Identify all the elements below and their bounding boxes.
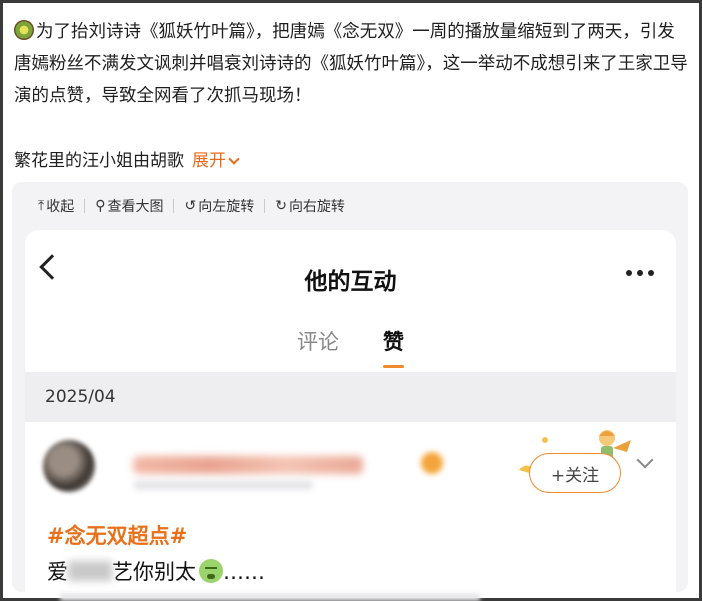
nauseated-face-emoji-icon (199, 559, 223, 583)
view-large-button[interactable]: ⚲ 查看大图 (95, 196, 163, 216)
date-header: 2025/04 (25, 372, 676, 422)
follow-button[interactable]: +关注 (529, 453, 621, 493)
post-body: 为了抬刘诗诗《狐妖竹叶篇》，把唐嫣《念无双》一周的播放量缩短到了两天，引发唐嫣粉… (14, 22, 688, 106)
rotate-right-label: 向右旋转 (288, 199, 345, 215)
rotate-left-icon: ↺ (184, 198, 197, 214)
image-toolbar: ⤒ 收起 ⚲ 查看大图 ↺ 向左旋转 ↻ 向右旋转 (12, 182, 688, 230)
more-options-icon[interactable] (626, 270, 654, 276)
blurred-username (133, 456, 363, 474)
post-author[interactable]: 繁花里的汪小姐由胡歌 (14, 151, 184, 171)
content-ellipsis: …… (223, 560, 265, 584)
blurred-characters (68, 561, 112, 581)
date-header-text: 2025/04 (45, 387, 116, 407)
blurred-badge-icon (421, 452, 443, 474)
collapse-label: 收起 (46, 199, 75, 215)
expand-button[interactable]: 展开 (192, 151, 240, 171)
post-text: 为了抬刘诗诗《狐妖竹叶篇》，把唐嫣《念无双》一周的播放量缩短到了两天，引发唐嫣粉… (14, 16, 690, 112)
view-large-label: 查看大图 (107, 199, 164, 215)
toolbar-divider (84, 199, 86, 213)
embedded-phone-screenshot: 他的互动 评论 赞 2025/04 +关注 #念无双超点# 爱 艺你别太 …… (25, 230, 676, 592)
rotate-left-button[interactable]: ↺ 向左旋转 (184, 196, 254, 216)
avatar[interactable] (43, 440, 95, 492)
collapse-button[interactable]: ⤒ 收起 (38, 196, 74, 216)
collapse-arrow-icon: ⤒ (38, 198, 45, 214)
image-preview-card: ⤒ 收起 ⚲ 查看大图 ↺ 向左旋转 ↻ 向右旋转 他的互动 评论 赞 2025… (12, 182, 688, 592)
expand-label: 展开 (192, 151, 226, 171)
rotate-right-button[interactable]: ↻ 向右旋转 (275, 196, 345, 216)
magnifier-icon: ⚲ (95, 198, 106, 214)
interaction-tabs: 评论 赞 (25, 326, 676, 368)
toolbar-divider (264, 199, 266, 213)
comment-content: 爱 艺你别太 …… (47, 556, 265, 586)
post-author-line: 繁花里的汪小姐由胡歌 展开 (14, 146, 240, 171)
blurred-subtitle (133, 480, 313, 490)
tab-comments[interactable]: 评论 (297, 326, 339, 356)
chevron-down-icon (228, 153, 240, 165)
rotate-right-icon: ↻ (275, 198, 287, 214)
hashtag-link[interactable]: #念无双超点# (47, 520, 187, 550)
content-prefix: 爱 (47, 560, 68, 584)
kiwi-emoji-icon (14, 20, 34, 40)
rotate-left-label: 向左旋转 (198, 199, 255, 215)
chevron-down-icon[interactable] (636, 451, 654, 469)
follow-label: +关注 (550, 465, 600, 486)
tab-likes[interactable]: 赞 (383, 326, 404, 368)
toolbar-divider (173, 199, 175, 213)
content-suffix: 艺你别太 (112, 560, 196, 584)
blurred-next-line (60, 593, 480, 601)
page-title: 他的互动 (304, 269, 397, 295)
